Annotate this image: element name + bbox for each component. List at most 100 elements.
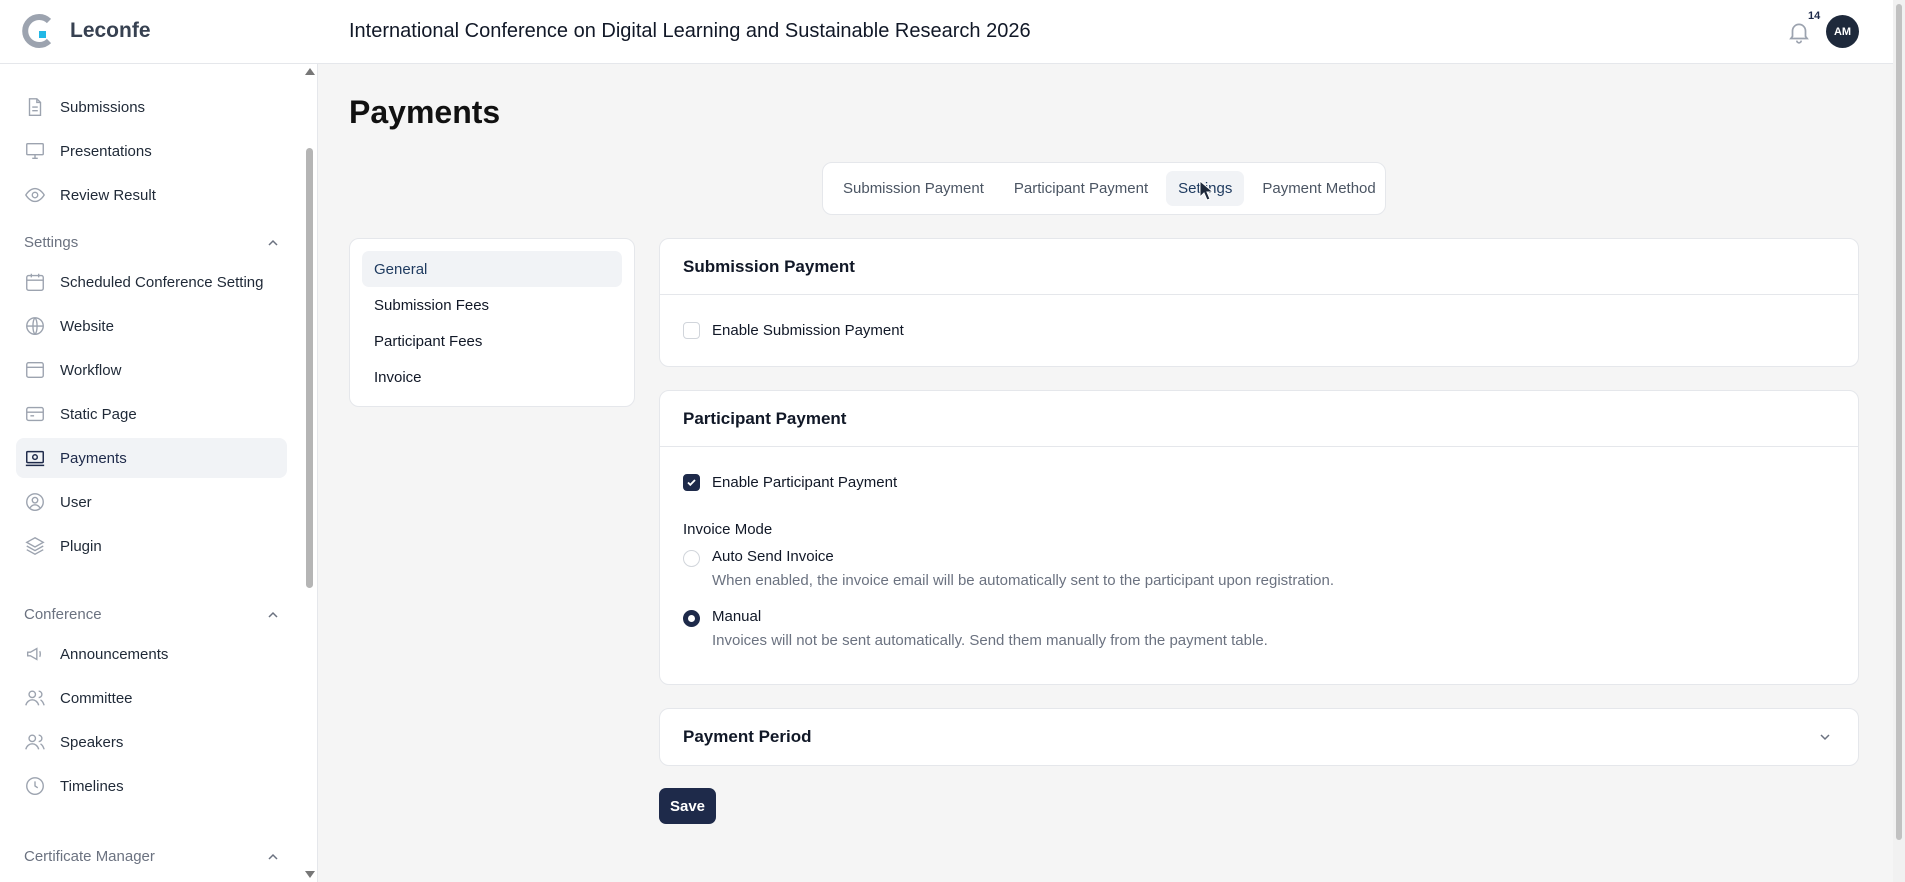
sidebar-item-label: Committee	[60, 689, 133, 707]
speakers-icon	[25, 734, 45, 750]
payments-tabs: Submission Payment Participant Payment S…	[822, 162, 1386, 215]
page-title: Payments	[349, 94, 501, 130]
chevron-up-icon	[268, 853, 278, 860]
card-title: Payment Period	[683, 727, 812, 746]
scroll-down-arrow-icon[interactable]	[305, 871, 315, 878]
tab-submission-payment[interactable]: Submission Payment	[831, 171, 996, 206]
sidebar-item-plugin[interactable]: Plugin	[16, 526, 287, 566]
card-title: Participant Payment	[660, 391, 1858, 447]
sidebar-item-label: Static Page	[60, 405, 137, 423]
participant-payment-card: Participant Payment Enable Participant P…	[659, 390, 1859, 685]
window-icon	[26, 361, 44, 379]
sidebar-item-label: Payments	[60, 449, 127, 467]
sidebar-item-label: Review Result	[60, 186, 156, 204]
brand[interactable]: Leconfe	[22, 14, 151, 48]
sidebar-item-label: Workflow	[60, 361, 122, 379]
globe-icon	[26, 317, 44, 335]
sidebar-item-label: Website	[60, 317, 114, 335]
page-scroll-thumb[interactable]	[1896, 4, 1902, 840]
subnav-general[interactable]: General	[362, 251, 622, 287]
sidebar-item-payments[interactable]: Payments	[16, 438, 287, 478]
checkmark-icon	[687, 479, 696, 487]
enable-participant-payment-checkbox[interactable]	[683, 474, 700, 491]
sidebar-item-website[interactable]: Website	[16, 306, 287, 346]
sidebar-group-label: Settings	[24, 234, 79, 251]
sidebar-item-label: Plugin	[60, 537, 102, 555]
sidebar-item-announcements[interactable]: Announcements	[16, 634, 287, 674]
radio-description: Invoices will not be sent automatically.…	[712, 632, 1268, 649]
sidebar-item-committee[interactable]: Committee	[16, 678, 287, 718]
users-icon	[25, 690, 45, 706]
sidebar-group-certificate-manager[interactable]: Certificate Manager	[24, 848, 280, 865]
sidebar-item-scheduled-conference-setting[interactable]: Scheduled Conference Setting	[16, 262, 287, 302]
subnav-invoice[interactable]: Invoice	[362, 359, 622, 395]
presentation-icon	[26, 142, 44, 160]
chevron-up-icon	[268, 239, 278, 246]
radio-description: When enabled, the invoice email will be …	[712, 572, 1335, 589]
sidebar-item-submissions[interactable]: Submissions	[16, 87, 287, 127]
radio-title: Auto Send Invoice	[712, 548, 834, 565]
sidebar-item-label: Timelines	[60, 777, 124, 795]
manual-invoice-radio[interactable]	[683, 610, 700, 627]
chevron-down-icon[interactable]	[1818, 730, 1832, 744]
enable-participant-payment-row[interactable]: Enable Participant Payment	[660, 447, 1858, 491]
checkbox-label: Enable Submission Payment	[712, 322, 904, 339]
subnav-submission-fees[interactable]: Submission Fees	[362, 287, 622, 323]
conference-title: International Conference on Digital Lear…	[349, 20, 1031, 42]
sidebar-item-label: Speakers	[60, 733, 124, 751]
sidebar-item-review-result[interactable]: Review Result	[16, 175, 287, 215]
sidebar-item-static-page[interactable]: Static Page	[16, 394, 287, 434]
sidebar-item-label: Scheduled Conference Setting	[60, 273, 264, 291]
eye-icon	[25, 187, 45, 203]
radio-title: Manual	[712, 608, 762, 625]
chevron-up-icon	[268, 611, 278, 618]
enable-submission-payment-checkbox[interactable]	[683, 322, 700, 339]
scroll-up-arrow-icon[interactable]	[305, 68, 315, 75]
sidebar-item-label: Announcements	[60, 645, 169, 663]
submission-payment-card: Submission Payment Enable Submission Pay…	[659, 238, 1859, 367]
sidebar-item-label: Presentations	[60, 142, 152, 160]
invoice-option-manual[interactable]: Manual Invoices will not be sent automat…	[660, 589, 1858, 649]
sidebar-item-label: User	[60, 493, 92, 511]
app-name: Leconfe	[70, 19, 151, 42]
top-bar: Leconfe International Conference on Digi…	[0, 0, 1905, 64]
sidebar-item-speakers[interactable]: Speakers	[16, 722, 287, 762]
layers-icon	[25, 536, 45, 556]
page-scrollbar[interactable]	[1893, 0, 1905, 882]
sidebar-group-settings[interactable]: Settings	[24, 234, 280, 251]
avatar[interactable]: AM	[1826, 15, 1859, 48]
bell-icon[interactable]	[1786, 19, 1812, 45]
megaphone-icon	[26, 647, 41, 661]
sidebar-group-conference[interactable]: Conference	[24, 606, 280, 623]
card-title: Submission Payment	[660, 239, 1858, 295]
clock-icon	[26, 777, 44, 795]
sidebar: Submissions Presentations Review Result …	[0, 64, 318, 882]
sidebar-item-label: Submissions	[60, 98, 146, 116]
save-button[interactable]: Save	[659, 788, 716, 824]
sidebar-item-timelines[interactable]: Timelines	[16, 766, 287, 806]
enable-submission-payment-row[interactable]: Enable Submission Payment	[660, 295, 1858, 339]
invoice-option-auto[interactable]: Auto Send Invoice When enabled, the invo…	[660, 538, 1858, 589]
leconfe-logo-icon	[22, 14, 52, 48]
subnav-participant-fees[interactable]: Participant Fees	[362, 323, 622, 359]
sidebar-scroll-thumb[interactable]	[306, 148, 313, 588]
payment-icon	[25, 450, 45, 467]
settings-subnav: General Submission Fees Participant Fees…	[349, 238, 635, 407]
sidebar-item-presentations[interactable]: Presentations	[16, 131, 287, 171]
payment-period-header[interactable]: Payment Period	[660, 709, 1858, 765]
page-icon	[26, 406, 44, 422]
sidebar-item-workflow[interactable]: Workflow	[16, 350, 287, 390]
sidebar-scrollbar[interactable]	[302, 64, 316, 882]
notification-count: 14	[1808, 10, 1821, 22]
invoice-mode-label: Invoice Mode	[683, 521, 773, 538]
mouse-cursor-icon	[1199, 180, 1215, 201]
payment-period-card[interactable]: Payment Period	[659, 708, 1859, 766]
auto-send-invoice-radio[interactable]	[683, 550, 700, 567]
sidebar-item-user[interactable]: User	[16, 482, 287, 522]
user-icon	[26, 493, 44, 511]
checkbox-label: Enable Participant Payment	[712, 474, 898, 491]
sidebar-group-label: Conference	[24, 606, 102, 623]
tab-payment-method[interactable]: Payment Method	[1250, 171, 1387, 206]
tab-participant-payment[interactable]: Participant Payment	[1002, 171, 1160, 206]
document-icon	[28, 98, 42, 116]
